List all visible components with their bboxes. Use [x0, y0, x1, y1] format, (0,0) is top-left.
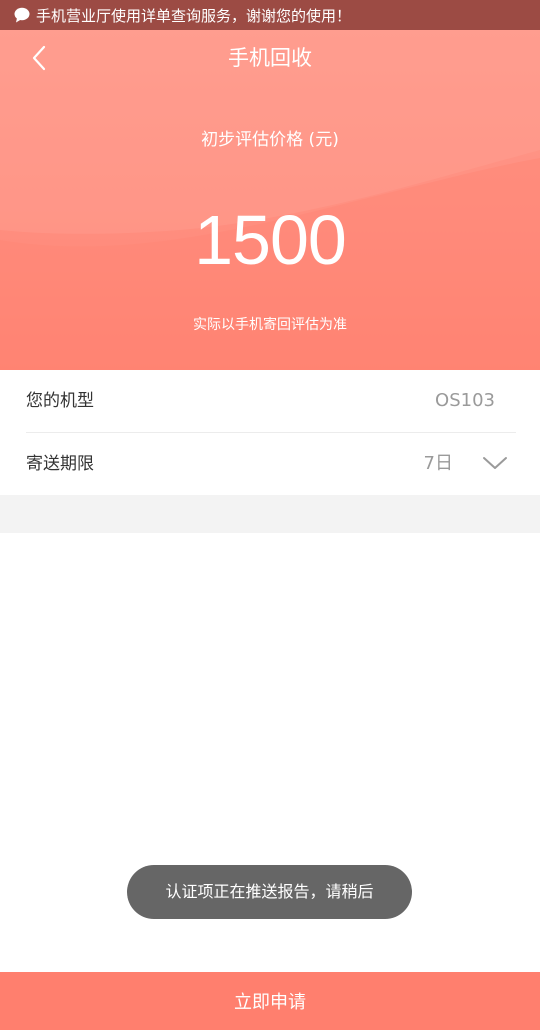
toast-message: 认证项正在推送报告，请稍后 [127, 865, 412, 919]
shipping-deadline-value[interactable]: 7日 [424, 433, 453, 495]
shipping-deadline-label: 寄送期限 [26, 454, 94, 474]
notification-bar: 手机营业厅使用详单查询服务，谢谢您的使用！ [0, 0, 540, 30]
app-screen: 手机营业厅使用详单查询服务，谢谢您的使用！ 手机回收 初步评估价格 (元) 15… [0, 0, 540, 1030]
model-row: 您的机型 OS103 [0, 370, 540, 432]
page-title: 手机回收 [228, 46, 312, 70]
model-label: 您的机型 [26, 391, 94, 411]
estimated-price: 1500 [194, 201, 347, 279]
apply-now-button[interactable]: 立即申请 [0, 972, 540, 1030]
shipping-deadline-row[interactable]: 寄送期限 7日 [0, 433, 540, 495]
price-label: 初步评估价格 (元) [201, 130, 339, 150]
chevron-down-icon[interactable] [482, 455, 508, 471]
chat-bubble-icon [14, 7, 30, 23]
notification-text: 手机营业厅使用详单查询服务，谢谢您的使用！ [36, 6, 352, 25]
model-value: OS103 [435, 390, 495, 411]
price-note: 实际以手机寄回评估为准 [193, 317, 347, 333]
section-gap [0, 495, 540, 533]
price-header: 手机回收 初步评估价格 (元) 1500 实际以手机寄回评估为准 [0, 30, 540, 370]
